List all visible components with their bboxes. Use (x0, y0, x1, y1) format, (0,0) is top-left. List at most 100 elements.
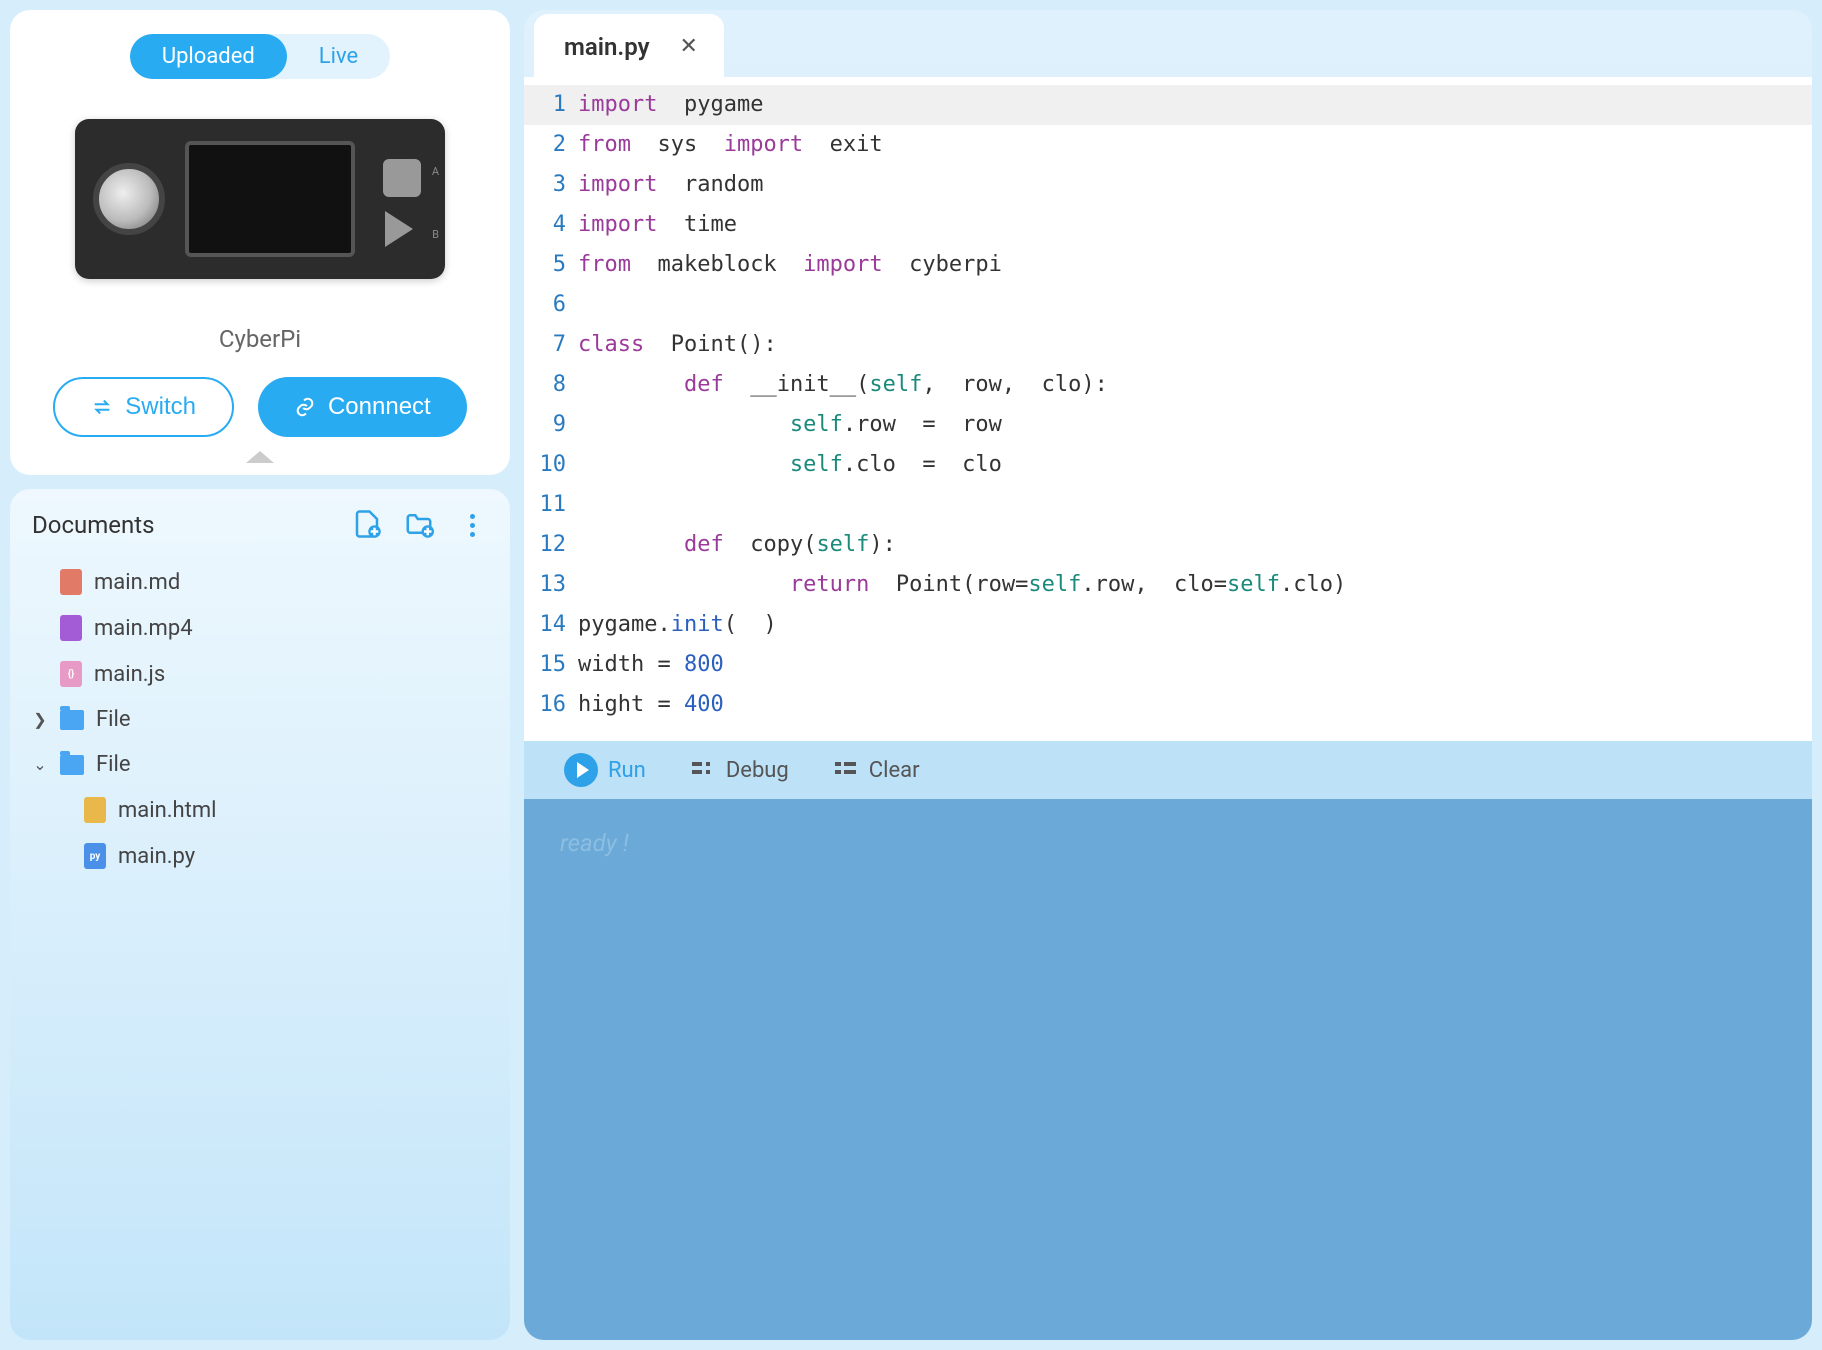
line-number: 7 (524, 325, 578, 365)
swap-icon (91, 396, 113, 418)
caret-up-icon[interactable] (246, 451, 274, 463)
file-label: main.py (118, 844, 195, 869)
chevron-right-icon: ❯ (32, 710, 48, 729)
chevron-down-icon: ⌄ (32, 755, 48, 774)
code-text (578, 285, 1812, 325)
folder-icon (60, 710, 84, 730)
clear-button[interactable]: Clear (835, 758, 920, 783)
output-toolbar: Run Debug Clear (524, 741, 1812, 799)
tab-label: main.py (564, 33, 650, 61)
code-text: self.clo = clo (578, 445, 1812, 485)
py-file-icon: py (84, 843, 106, 869)
device-name: CyberPi (219, 325, 301, 353)
mp4-file-icon (60, 615, 82, 641)
code-text: width = 800 (578, 645, 1812, 685)
code-text: self.row = row (578, 405, 1812, 445)
code-text: import time (578, 205, 1812, 245)
code-line: 1import pygame (524, 85, 1812, 125)
device-b-button-icon (385, 211, 427, 247)
line-number: 1 (524, 85, 578, 125)
line-number: 2 (524, 125, 578, 165)
code-line: 9 self.row = row (524, 405, 1812, 445)
toggle-uploaded[interactable]: Uploaded (130, 34, 287, 79)
console-text: ready ! (560, 829, 629, 857)
line-number: 16 (524, 685, 578, 725)
code-text (578, 485, 1812, 525)
clear-label: Clear (869, 758, 920, 783)
documents-title: Documents (32, 511, 332, 539)
code-text: import random (578, 165, 1812, 205)
code-line: 12 def copy(self): (524, 525, 1812, 565)
line-number: 5 (524, 245, 578, 285)
code-text: hight = 400 (578, 685, 1812, 725)
play-icon (564, 753, 598, 787)
mode-toggle: Uploaded Live (130, 34, 390, 79)
debug-label: Debug (726, 758, 789, 783)
connect-button-label: Connnect (328, 393, 431, 421)
code-line: 15width = 800 (524, 645, 1812, 685)
line-number: 8 (524, 365, 578, 405)
html-file-icon (84, 797, 106, 823)
line-number: 9 (524, 405, 578, 445)
device-screen-icon (185, 141, 355, 257)
tab-main-py[interactable]: main.py ✕ (534, 14, 724, 77)
clear-icon (835, 760, 859, 780)
file-item-main-py[interactable]: py main.py (22, 833, 498, 879)
line-number: 4 (524, 205, 578, 245)
code-line: 8 def __init__(self, row, clo): (524, 365, 1812, 405)
line-number: 11 (524, 485, 578, 525)
device-image: A B (75, 119, 445, 279)
toggle-live[interactable]: Live (287, 34, 390, 79)
code-text: pygame.init( ) (578, 605, 1812, 645)
device-knob-icon (93, 163, 165, 235)
code-line: 4import time (524, 205, 1812, 245)
file-item-main-html[interactable]: main.html (22, 787, 498, 833)
code-text: def __init__(self, row, clo): (578, 365, 1812, 405)
new-folder-icon[interactable] (404, 509, 436, 541)
file-item-main-md[interactable]: main.md (22, 559, 498, 605)
code-line: 10 self.clo = clo (524, 445, 1812, 485)
code-line: 11 (524, 485, 1812, 525)
folder-icon (60, 755, 84, 775)
code-text: return Point(row=self.row, clo=self.clo) (578, 565, 1812, 605)
code-text: import pygame (578, 85, 1812, 125)
file-item-main-mp4[interactable]: main.mp4 (22, 605, 498, 651)
js-file-icon: {} (60, 661, 82, 687)
md-file-icon (60, 569, 82, 595)
documents-panel: Documents main.md main.mp4 {} main.js (10, 489, 510, 1340)
link-icon (294, 396, 316, 418)
device-a-button-icon (383, 159, 421, 197)
line-number: 12 (524, 525, 578, 565)
line-number: 6 (524, 285, 578, 325)
console-output: ready ! (524, 799, 1812, 1340)
switch-button[interactable]: Switch (53, 377, 234, 437)
code-line: 6 (524, 285, 1812, 325)
folder-label: File (96, 752, 131, 777)
folder-label: File (96, 707, 131, 732)
code-line: 3import random (524, 165, 1812, 205)
new-file-icon[interactable] (352, 509, 384, 541)
line-number: 14 (524, 605, 578, 645)
code-editor[interactable]: 1import pygame2from sys import exit3impo… (524, 77, 1812, 741)
folder-item-closed[interactable]: ❯ File (22, 697, 498, 742)
code-line: 16hight = 400 (524, 685, 1812, 725)
line-number: 10 (524, 445, 578, 485)
line-number: 3 (524, 165, 578, 205)
code-line: 2from sys import exit (524, 125, 1812, 165)
debug-button[interactable]: Debug (692, 758, 789, 783)
file-item-main-js[interactable]: {} main.js (22, 651, 498, 697)
switch-button-label: Switch (125, 393, 196, 421)
code-text: class Point(): (578, 325, 1812, 365)
folder-item-open[interactable]: ⌄ File (22, 742, 498, 787)
code-text: from sys import exit (578, 125, 1812, 165)
code-text: from makeblock import cyberpi (578, 245, 1812, 285)
device-panel: Uploaded Live A B CyberPi Switch Connnec… (10, 10, 510, 475)
close-icon[interactable]: ✕ (674, 32, 704, 61)
code-line: 5from makeblock import cyberpi (524, 245, 1812, 285)
code-line: 7class Point(): (524, 325, 1812, 365)
line-number: 13 (524, 565, 578, 605)
run-button[interactable]: Run (564, 753, 646, 787)
connect-button[interactable]: Connnect (258, 377, 467, 437)
more-menu-icon[interactable] (456, 509, 488, 541)
code-line: 13 return Point(row=self.row, clo=self.c… (524, 565, 1812, 605)
